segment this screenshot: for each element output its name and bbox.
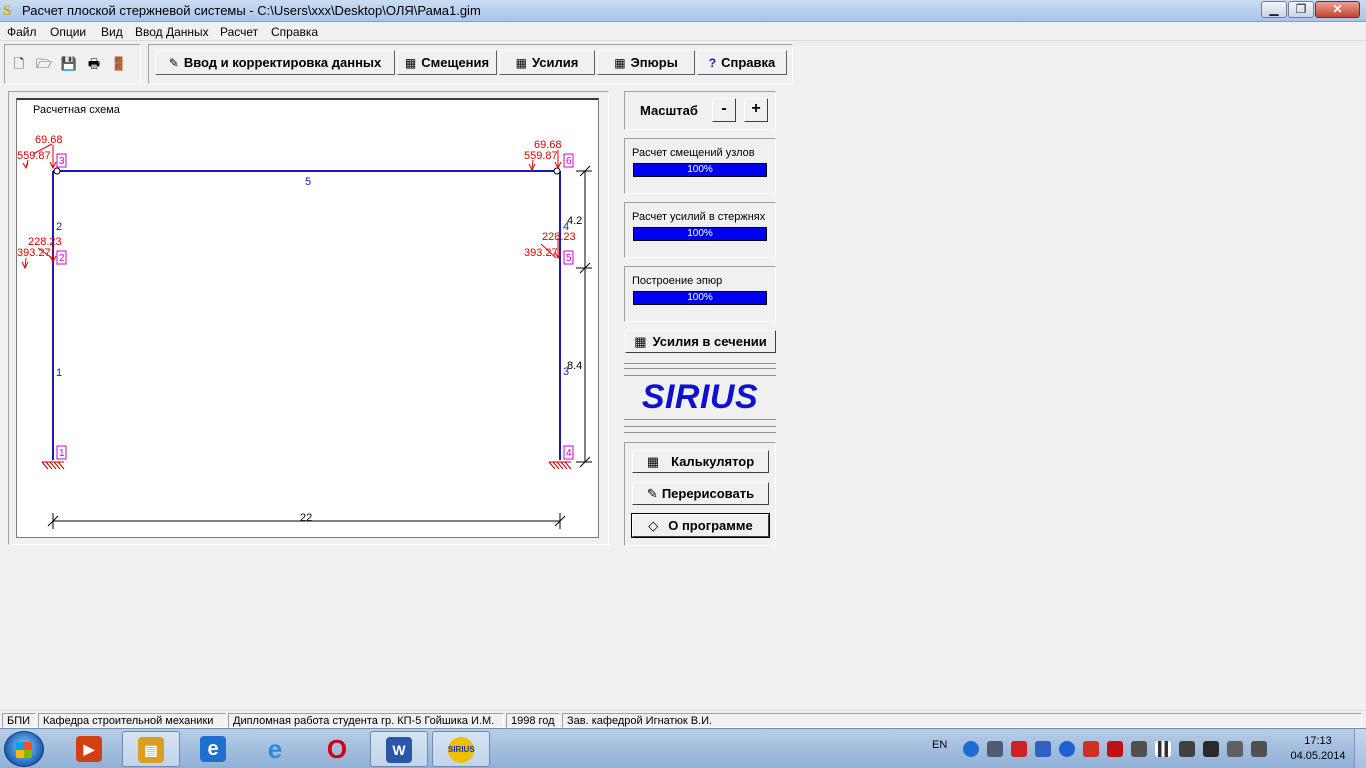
hinge-right — [553, 167, 561, 175]
node-label: 2 — [59, 253, 65, 264]
divider — [624, 375, 776, 376]
tray-action-center-icon[interactable] — [1251, 741, 1267, 757]
about-label: О программе — [668, 518, 753, 533]
fixed-support-right — [548, 461, 572, 470]
node-label: 3 — [59, 156, 65, 167]
windows-logo-icon — [16, 742, 32, 758]
divider — [624, 363, 776, 364]
progress-displacements-bar: 100% — [633, 163, 767, 177]
calculator-label: Калькулятор — [671, 454, 755, 469]
load-label: 559.87 — [17, 150, 51, 162]
taskbar-word[interactable]: W — [370, 731, 428, 767]
hinge-left — [53, 167, 61, 175]
show-desktop-button[interactable] — [1354, 729, 1366, 768]
clock[interactable]: 17:13 04.05.2014 — [1288, 734, 1348, 764]
volume-icon[interactable] — [1179, 741, 1195, 757]
tray-office-icon[interactable] — [1083, 741, 1099, 757]
member-label: 2 — [56, 221, 62, 233]
redraw-label: Перерисовать — [661, 486, 755, 501]
scale-label: Масштаб — [640, 103, 698, 118]
taskbar-media-player[interactable]: ▶ — [60, 731, 118, 767]
divider — [624, 426, 776, 427]
fixed-support-left — [41, 461, 65, 470]
signal-strength-icon[interactable] — [1155, 741, 1171, 757]
node-label: 1 — [59, 448, 65, 459]
zoom-out-button[interactable]: - — [712, 98, 736, 122]
load-label: 69.68 — [35, 134, 63, 146]
progress-forces-label: Расчет усилий в стержнях — [632, 211, 766, 223]
span-dimension: 22 — [300, 512, 312, 524]
lower-height-dimension: 8.4 — [567, 360, 582, 372]
monitor-icon[interactable] — [1203, 741, 1219, 757]
load-label: 393.27 — [17, 247, 51, 259]
taskbar: ▶ ▤ e e O W SIRIUS EN 17:13 04.05.2014 — [0, 728, 1366, 768]
taskbar-explorer[interactable]: ▤ — [122, 731, 180, 767]
tray-power-icon[interactable] — [1059, 741, 1075, 757]
taskbar-ie-metro[interactable]: e — [184, 731, 242, 767]
redraw-button[interactable]: ✎ Перерисовать — [632, 482, 769, 505]
tray-pdf-icon[interactable] — [1107, 741, 1123, 757]
node-label: 5 — [566, 253, 572, 264]
tray-flash-icon[interactable] — [1011, 741, 1027, 757]
upper-height-dimension: 4.2 — [567, 215, 582, 227]
dimension-lines — [47, 165, 592, 529]
section-forces-button[interactable]: ▦ Усилия в сечении — [625, 330, 776, 353]
load-label: 559.87 — [524, 150, 558, 162]
taskbar-opera[interactable]: O — [308, 731, 366, 767]
clock-time: 17:13 — [1304, 735, 1332, 747]
status-thesis: Дипломная работа студента гр. КП-5 Гойши… — [228, 713, 504, 728]
node-labels: 1 2 3 4 5 6 — [59, 156, 572, 459]
sirius-app-icon: SIRIUS — [448, 737, 475, 763]
sirius-logo: SIRIUS — [641, 378, 759, 416]
member-label: 5 — [305, 176, 311, 188]
dimension-values: 22 4.2 8.4 — [300, 215, 582, 524]
calculator-icon: ▦ — [646, 454, 660, 469]
divider — [624, 368, 776, 369]
status-institution: БПИ — [2, 713, 36, 728]
load-arrows — [21, 143, 562, 270]
word-icon: W — [386, 737, 412, 763]
status-year: 1998 год — [506, 713, 560, 728]
progress-diagrams-bar: 100% — [633, 291, 767, 305]
member-labels: 1 2 3 4 5 — [56, 176, 569, 379]
progress-diagrams-label: Построение эпюр — [632, 275, 723, 287]
frame-members — [52, 170, 561, 460]
file-explorer-icon: ▤ — [138, 737, 164, 763]
zoom-in-button[interactable]: + — [744, 98, 768, 122]
start-button[interactable] — [4, 731, 44, 767]
status-bar: БПИ Кафедра строительной механики Диплом… — [0, 710, 1366, 728]
taskbar-sirius[interactable]: SIRIUS — [432, 731, 490, 767]
node-label: 4 — [566, 448, 572, 459]
pencil-icon: ✎ — [646, 486, 658, 501]
internet-explorer-icon: e — [267, 734, 283, 764]
divider — [624, 432, 776, 433]
calculator-icon: ▦ — [634, 334, 647, 349]
tray-scissors-icon[interactable] — [1131, 741, 1147, 757]
divider — [624, 419, 776, 420]
taskbar-internet-explorer[interactable]: e — [246, 731, 304, 767]
progress-displacements-label: Расчет смещений узлов — [632, 147, 755, 159]
opera-icon: O — [326, 734, 348, 764]
book-icon: ◇ — [648, 518, 659, 533]
status-head: Зав. кафедрой Игнатюк В.И. — [562, 713, 1362, 728]
about-button[interactable]: ◇ О программе — [631, 513, 770, 538]
status-department: Кафедра строительной механики — [38, 713, 226, 728]
node-label-boxes — [56, 153, 574, 460]
section-forces-label: Усилия в сечении — [652, 334, 767, 349]
load-label: 228.23 — [542, 231, 576, 243]
skype-icon[interactable] — [963, 741, 979, 757]
load-values: 69.68 559.87 69.68 559.87 228.23 393.27 … — [17, 134, 576, 259]
tray-app-icon[interactable] — [987, 741, 1003, 757]
ie-metro-icon: e — [200, 736, 226, 762]
media-player-icon: ▶ — [76, 736, 102, 762]
calculator-button[interactable]: ▦ Калькулятор — [632, 450, 769, 473]
language-indicator[interactable]: EN — [932, 739, 947, 751]
clock-date: 04.05.2014 — [1290, 750, 1346, 762]
tray-network-app-icon[interactable] — [1035, 741, 1051, 757]
member-label: 1 — [56, 367, 62, 379]
tray-device-icon[interactable] — [1227, 741, 1243, 757]
load-label: 393.27 — [524, 247, 558, 259]
node-label: 6 — [566, 156, 572, 167]
progress-forces-bar: 100% — [633, 227, 767, 241]
